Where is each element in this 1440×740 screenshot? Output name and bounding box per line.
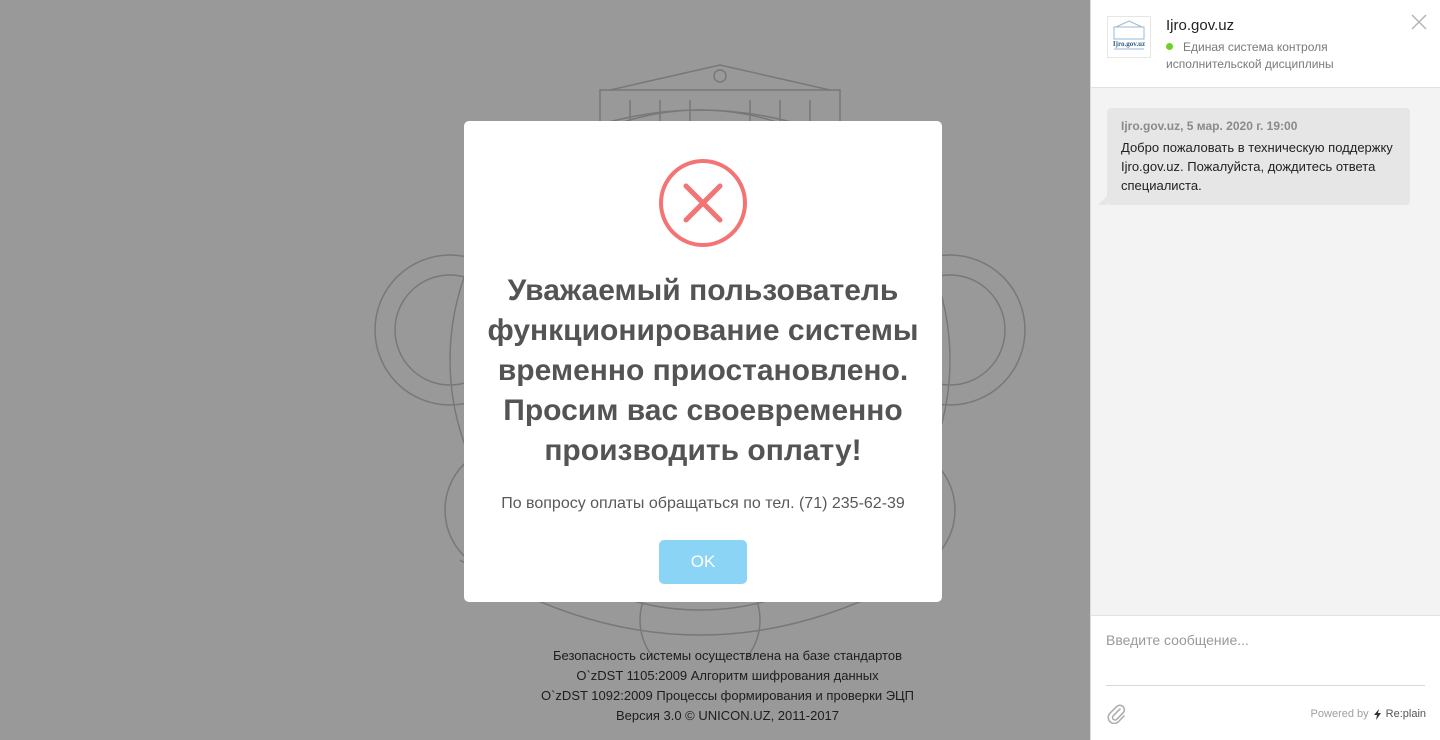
chat-header: Ijro.gov.uz Ijro.gov.uz Единая система к… bbox=[1091, 0, 1440, 88]
powered-by-brand: Re:plain bbox=[1385, 708, 1426, 720]
bolt-icon bbox=[1373, 708, 1381, 720]
message-meta: Ijro.gov.uz, 5 мар. 2020 г. 19:00 bbox=[1121, 119, 1298, 133]
chat-message: Ijro.gov.uz, 5 мар. 2020 г. 19:00 Добро … bbox=[1098, 108, 1410, 205]
ok-button[interactable]: OK bbox=[659, 540, 747, 584]
page: Безопасность системы осуществлена на баз… bbox=[0, 0, 1440, 740]
building-logo-icon: Ijro.gov.uz bbox=[1113, 20, 1145, 50]
message-input[interactable] bbox=[1106, 626, 1425, 686]
paperclip-icon[interactable] bbox=[1105, 702, 1127, 724]
chat-subtitle: Единая система контроля исполнительской … bbox=[1166, 40, 1334, 71]
support-chat-panel: Ijro.gov.uz Ijro.gov.uz Единая система к… bbox=[1090, 0, 1440, 740]
powered-by-label: Powered by bbox=[1310, 708, 1369, 720]
message-composer: Powered by Re:plain bbox=[1091, 615, 1440, 740]
chat-title: Ijro.gov.uz bbox=[1166, 17, 1235, 34]
chat-logo: Ijro.gov.uz bbox=[1107, 16, 1151, 58]
logo-text: Ijro.gov.uz bbox=[1113, 40, 1145, 48]
message-text: Добро пожаловать в техническую поддержку… bbox=[1121, 140, 1393, 193]
powered-by[interactable]: Powered by Re:plain bbox=[1311, 708, 1426, 720]
close-icon[interactable] bbox=[1409, 12, 1429, 32]
dialog-title: Уважаемый пользователь функционирование … bbox=[487, 274, 919, 467]
dialog-message: По вопросу оплаты обращаться по тел. (71… bbox=[501, 495, 905, 512]
error-x-icon bbox=[659, 159, 747, 247]
payment-alert-dialog: Уважаемый пользователь функционирование … bbox=[464, 121, 942, 602]
